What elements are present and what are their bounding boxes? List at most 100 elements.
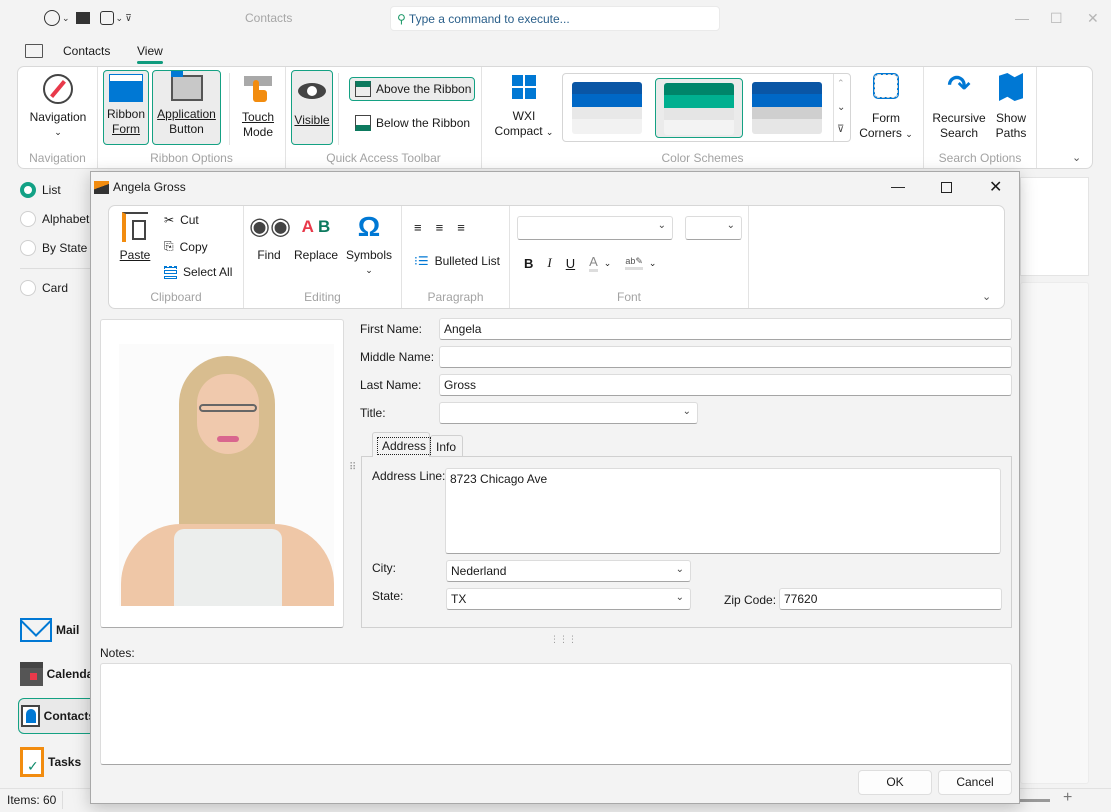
dialog-close-button[interactable]: ✕ — [989, 177, 1002, 197]
nav-mail[interactable]: Mail — [18, 612, 98, 648]
contact-photo[interactable] — [100, 319, 344, 628]
below-ribbon-button[interactable]: Below the Ribbon — [350, 111, 476, 135]
zip-code-label: Zip Code: — [724, 593, 777, 607]
city-select[interactable]: Nederland ⌄ — [446, 560, 691, 582]
color-scheme-swatch-1[interactable] — [572, 82, 642, 134]
close-button[interactable]: ✕ — [1087, 10, 1099, 27]
zoom-in-icon[interactable]: + — [1063, 789, 1072, 807]
splitter-grip-icon[interactable]: ⠿ — [349, 463, 356, 473]
tab-address[interactable]: Address — [372, 432, 432, 457]
above-ribbon-button[interactable]: Above the Ribbon — [349, 77, 475, 101]
underline-icon[interactable]: U — [566, 256, 575, 271]
symbols-button[interactable]: Ω Symbols ⌄ — [343, 212, 395, 278]
maximize-button[interactable]: ☐ — [1050, 10, 1063, 27]
select-all-button[interactable]: Select All — [164, 265, 232, 279]
touch-mode-icon[interactable] — [75, 12, 90, 24]
dialog-ribbon: Paste ✂ Cut ⎘ Copy Select All ◉◉ Find A B … — [108, 205, 1005, 309]
show-paths-button[interactable]: Show Paths — [991, 73, 1031, 141]
eye-icon — [298, 83, 326, 99]
chevron-down-icon[interactable]: ⌄ — [649, 258, 657, 269]
chevron-down-icon[interactable]: ⌄ — [116, 13, 124, 24]
mail-icon — [20, 618, 52, 642]
tab-view[interactable]: View — [137, 44, 163, 64]
view-option-card[interactable]: Card — [20, 280, 68, 296]
title-select[interactable]: ⌄ — [439, 402, 698, 424]
align-right-icon[interactable]: ≡ — [457, 220, 479, 235]
customize-qat-icon[interactable]: ⊽ — [125, 13, 132, 24]
collapse-ribbon-icon[interactable]: ⌄ — [982, 290, 991, 303]
minimize-button[interactable]: — — [1015, 10, 1029, 26]
recursive-search-button[interactable]: ↷ Recursive Search — [929, 72, 989, 141]
font-size-select[interactable]: ⌄ — [685, 216, 742, 240]
command-search-input[interactable]: ⚲ Type a command to execute... — [390, 6, 720, 31]
font-format-buttons: B I U A ⌄ ab✎ ⌄ — [524, 254, 656, 272]
first-name-input[interactable]: Angela — [439, 318, 1012, 340]
chevron-down-icon[interactable]: ⌄ — [604, 258, 612, 269]
chevron-down-icon: ⌄ — [675, 564, 684, 575]
last-name-label: Last Name: — [360, 378, 422, 392]
zoom-slider[interactable] — [1020, 799, 1050, 802]
nav-tasks[interactable]: ✓ Tasks — [18, 744, 98, 780]
touch-mode-label-2: Mode — [242, 125, 274, 139]
paste-button[interactable]: Paste — [117, 212, 153, 263]
view-option-by-state[interactable]: By State — [20, 240, 87, 256]
quick-access-toolbar: ⌄ ⌄ ⊽ — [44, 10, 132, 26]
find-button[interactable]: ◉◉ Find — [249, 212, 291, 263]
nav-calendar[interactable]: Calendar — [18, 656, 98, 692]
align-left-icon[interactable]: ≡ — [414, 220, 436, 235]
group-label-navigation: Navigation — [29, 151, 86, 165]
chevron-down-icon[interactable]: ⌄ — [62, 13, 70, 24]
navigation-button[interactable]: Navigation ⌄ — [26, 72, 90, 140]
color-scheme-swatch-3[interactable] — [752, 82, 822, 134]
navigation-compass-icon[interactable] — [44, 10, 60, 26]
visible-button[interactable]: Visible — [291, 70, 333, 145]
ok-button[interactable]: OK — [858, 770, 932, 795]
nav-contacts[interactable]: Contacts — [18, 698, 96, 734]
cancel-button[interactable]: Cancel — [938, 770, 1012, 795]
notes-textarea[interactable] — [100, 663, 1012, 765]
gallery-expand-icon[interactable]: ⊽ — [837, 124, 844, 135]
radio — [20, 280, 36, 296]
wxi-compact-button[interactable]: WXI Compact ⌄ — [488, 75, 560, 140]
bold-icon[interactable]: B — [524, 256, 533, 271]
touch-mode-button[interactable]: Touch Mode — [236, 72, 280, 140]
zip-code-input[interactable]: 77620 — [779, 588, 1002, 610]
dialog-minimize-button[interactable]: — — [891, 178, 905, 194]
view-option-list[interactable]: List — [20, 182, 61, 198]
gallery-scroll-down-icon[interactable]: ⌄ — [837, 102, 845, 113]
tab-contacts[interactable]: Contacts — [63, 44, 110, 58]
form-corners-button[interactable]: Form Corners ⌄ — [856, 73, 916, 142]
copy-button[interactable]: ⎘ Copy — [164, 239, 208, 254]
font-name-select[interactable]: ⌄ — [517, 216, 673, 240]
bulleted-list-button[interactable]: ⁝☰ Bulleted List — [414, 254, 500, 268]
view-option-alphabet[interactable]: Alphabet — [20, 211, 89, 227]
dialog-maximize-button[interactable] — [941, 182, 952, 193]
collapse-ribbon-icon[interactable]: ⌄ — [1072, 151, 1081, 164]
state-label: State: — [372, 589, 404, 603]
gallery-scroll-up-icon[interactable]: ⌃ — [837, 78, 845, 89]
cut-button[interactable]: ✂ Cut — [164, 213, 199, 227]
select-all-icon — [164, 265, 177, 279]
group-label-editing: Editing — [304, 290, 341, 304]
font-color-icon[interactable]: A — [589, 254, 598, 272]
replace-button[interactable]: A B Replace — [291, 212, 341, 263]
app-menu-icon[interactable] — [25, 44, 43, 58]
tab-info[interactable]: Info — [430, 435, 463, 457]
chevron-down-icon: ⌄ — [365, 265, 373, 275]
application-button-button[interactable]: Application Button — [152, 70, 221, 145]
state-select[interactable]: TX ⌄ — [446, 588, 691, 610]
splitter-grip-icon[interactable]: ⋮⋮⋮ — [550, 634, 577, 645]
last-name-input[interactable]: Gross — [439, 374, 1012, 396]
italic-icon[interactable]: I — [547, 255, 551, 271]
color-scheme-swatch-2-selected[interactable] — [655, 78, 743, 138]
address-line-textarea[interactable]: 8723 Chicago Ave — [445, 468, 1001, 554]
highlight-color-icon[interactable]: ab✎ — [625, 256, 643, 270]
paste-clipboard-icon — [122, 212, 148, 242]
form-corners-icon[interactable] — [99, 11, 114, 25]
align-center-icon[interactable]: ≡ — [436, 220, 458, 235]
calendar-icon — [20, 662, 43, 686]
ribbon-form-button[interactable]: Ribbon Form — [103, 70, 149, 145]
middle-name-input[interactable] — [439, 346, 1012, 368]
radio — [20, 240, 36, 256]
chevron-down-icon: ⌄ — [675, 592, 684, 603]
